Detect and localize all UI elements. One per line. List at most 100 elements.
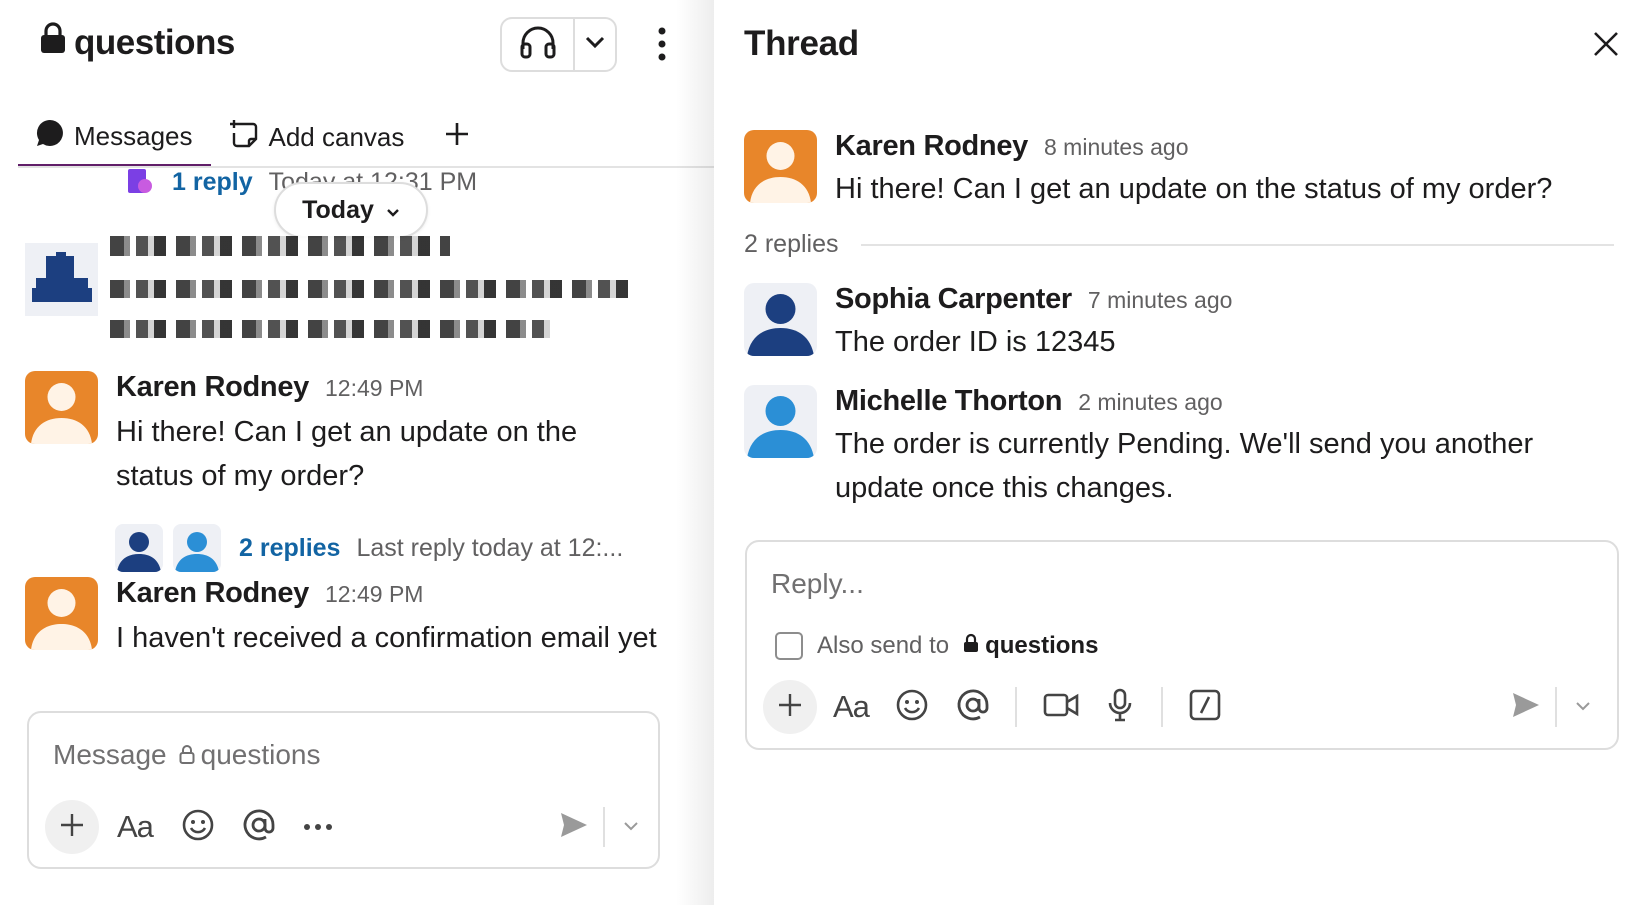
chevron-down-icon <box>585 35 605 54</box>
composer-placeholder-prefix: Message <box>53 739 167 770</box>
video-icon <box>1043 691 1079 724</box>
add-tab-button[interactable] <box>422 110 488 160</box>
mention-icon <box>955 687 991 728</box>
also-send-checkbox[interactable] <box>775 632 803 660</box>
message-author[interactable]: Michelle Thorton <box>835 385 1063 418</box>
chevron-down-icon <box>386 196 400 225</box>
message-time[interactable]: 7 minutes ago <box>1088 287 1232 314</box>
more-icon <box>303 818 333 836</box>
message-time[interactable]: 12:49 PM <box>325 581 423 608</box>
thread-summary[interactable]: 2 replies Last reply today at 12:... <box>115 524 623 572</box>
tab-add-canvas[interactable]: Add canvas <box>211 110 423 160</box>
tab-add-canvas-label: Add canvas <box>268 121 405 152</box>
avatar <box>173 524 221 572</box>
pane-divider <box>676 0 714 905</box>
also-send-option[interactable]: Also send to questions <box>775 632 1098 660</box>
avatar[interactable] <box>744 283 817 356</box>
attach-button[interactable] <box>45 800 99 854</box>
headphones-icon <box>519 25 557 64</box>
mention-button[interactable] <box>241 802 277 852</box>
video-clip-button[interactable] <box>1043 682 1079 732</box>
toolbar-divider <box>1555 687 1557 727</box>
send-options-button[interactable] <box>623 802 639 852</box>
message-author[interactable]: Karen Rodney <box>116 577 309 610</box>
tab-messages-label: Messages <box>74 120 193 151</box>
composer-channel: questions <box>200 739 321 770</box>
reply-input[interactable]: Reply... <box>771 562 1591 606</box>
replies-divider: 2 replies <box>744 230 1614 259</box>
formatting-button[interactable]: Aa <box>833 682 870 732</box>
thread-pane: Thread Karen Rodney 8 minutes ago Hi the… <box>714 0 1646 905</box>
huddle-button-group <box>500 17 617 72</box>
message-composer: Message questions Aa <box>27 711 660 869</box>
more-actions-button[interactable] <box>303 802 333 852</box>
toolbar-divider <box>1014 687 1017 727</box>
message-time[interactable]: 8 minutes ago <box>1044 134 1188 161</box>
thread-reply[interactable]: Sophia Carpenter 7 minutes ago The order… <box>744 283 1232 364</box>
toolbar-divider <box>1160 687 1163 727</box>
date-jump-button[interactable]: Today <box>274 182 428 238</box>
redacted-text <box>110 236 450 256</box>
avatar <box>115 524 163 572</box>
plus-icon <box>776 691 804 724</box>
huddle-button[interactable] <box>502 19 575 70</box>
message[interactable]: Karen Rodney 12:49 PM Hi there! Can I ge… <box>25 371 616 498</box>
avatar[interactable] <box>744 130 817 203</box>
lock-icon <box>40 22 66 63</box>
close-icon <box>1592 30 1620 63</box>
message[interactable]: Karen Rodney 12:49 PM I haven't received… <box>25 577 657 660</box>
composer-toolbar: Aa <box>45 800 645 854</box>
message-time[interactable]: 12:49 PM <box>325 375 423 402</box>
mic-icon <box>1107 688 1133 727</box>
thread-reply[interactable]: Michelle Thorton 2 minutes ago The order… <box>744 385 1555 510</box>
message-author[interactable]: Sophia Carpenter <box>835 283 1072 316</box>
message-text: Hi there! Can I get an update on the sta… <box>116 416 578 492</box>
message-input[interactable]: Message questions <box>53 733 633 777</box>
message-author[interactable]: Karen Rodney <box>116 371 309 404</box>
thread-parent-message[interactable]: Karen Rodney 8 minutes ago Hi there! Can… <box>744 130 1552 211</box>
emoji-icon <box>895 688 929 727</box>
formatting-button[interactable]: Aa <box>117 802 154 852</box>
attach-button[interactable] <box>763 680 817 734</box>
emoji-button[interactable] <box>181 802 215 852</box>
thread-reply-count[interactable]: 2 replies <box>239 534 340 563</box>
also-send-channel: questions <box>963 632 1098 660</box>
chevron-down-icon <box>1575 698 1591 716</box>
message-text: The order is currently Pending. We'll se… <box>835 428 1534 504</box>
send-options-button[interactable] <box>1575 682 1591 732</box>
emoji-button[interactable] <box>895 682 929 732</box>
message-time[interactable]: 2 minutes ago <box>1078 389 1222 416</box>
kebab-icon <box>658 27 666 66</box>
mention-button[interactable] <box>955 682 991 732</box>
thread-title: Thread <box>744 24 859 63</box>
message-text: I haven't received a confirmation email … <box>116 622 657 654</box>
add-canvas-icon <box>229 119 259 156</box>
send-button[interactable] <box>559 802 589 852</box>
chevron-down-icon <box>623 818 639 836</box>
reply-toolbar: Aa <box>763 680 1603 734</box>
send-button[interactable] <box>1511 682 1541 732</box>
reply-count-label: 2 replies <box>744 230 839 258</box>
redacted-avatar <box>25 243 98 316</box>
huddle-options-button[interactable] <box>575 19 615 70</box>
tab-messages[interactable]: Messages <box>18 110 211 168</box>
previous-reply-count[interactable]: 1 reply <box>172 168 253 197</box>
avatar[interactable] <box>744 385 817 458</box>
reply-composer: Reply... Also send to questions Aa <box>745 540 1619 750</box>
avatar[interactable] <box>25 577 98 650</box>
close-thread-button[interactable] <box>1586 26 1626 66</box>
message-text: Hi there! Can I get an update on the sta… <box>835 173 1553 205</box>
channel-menu-button[interactable] <box>652 24 672 68</box>
shortcuts-button[interactable] <box>1189 682 1221 732</box>
message-author[interactable]: Karen Rodney <box>835 130 1028 163</box>
plus-icon <box>58 811 86 844</box>
avatar[interactable] <box>25 371 98 444</box>
slash-icon <box>1189 689 1221 726</box>
date-pill-label: Today <box>302 195 374 224</box>
audio-clip-button[interactable] <box>1107 682 1133 732</box>
channel-tabs: Messages Add canvas <box>18 110 488 168</box>
redacted-text <box>110 280 638 298</box>
also-send-label: Also send to <box>817 632 950 659</box>
send-icon <box>559 811 589 844</box>
channel-title[interactable]: questions <box>40 22 235 63</box>
